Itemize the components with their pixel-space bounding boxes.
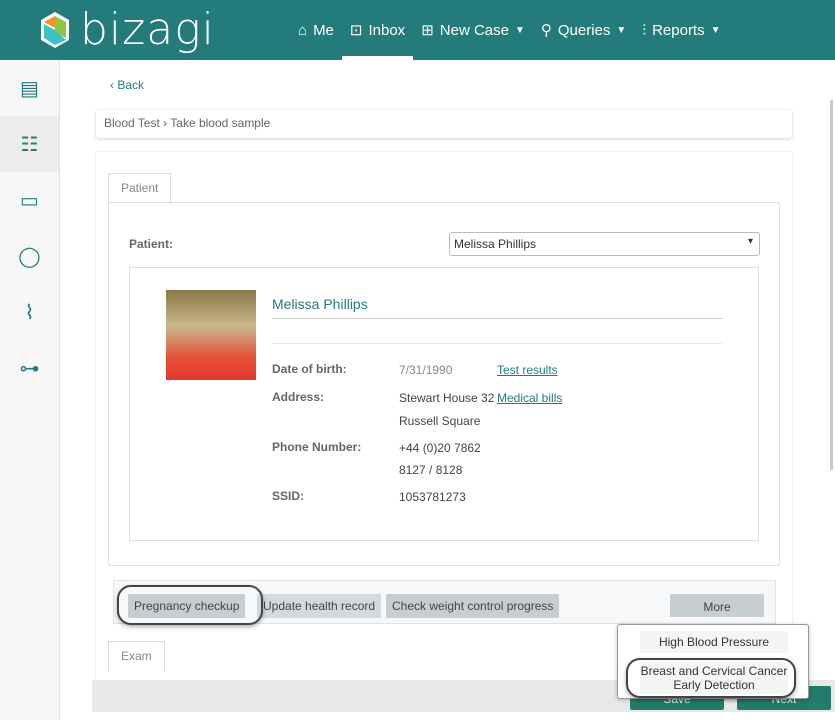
nav-inbox[interactable]: ⊡ Inbox <box>341 0 414 60</box>
caret-down-icon: ▼ <box>514 24 525 36</box>
nav-queries[interactable]: ⚲ Queries ▼ <box>533 0 634 60</box>
bizagi-logo[interactable]: bizagi <box>38 6 215 54</box>
update-health-record-button[interactable]: Update health record <box>257 594 382 618</box>
list-icon[interactable]: ☷ <box>0 116 59 172</box>
patient-select[interactable]: Melissa Phillips <box>449 232 760 256</box>
folder-icon[interactable]: ▭ <box>0 172 59 228</box>
inbox-icon: ⊡ <box>349 22 363 39</box>
patient-name: Melissa Phillips <box>272 296 368 312</box>
scrollbar[interactable] <box>830 100 833 470</box>
menu-item-high-blood-pressure[interactable]: High Blood Pressure <box>640 631 788 653</box>
highlight-ring <box>117 585 263 625</box>
tab-exam[interactable]: Exam <box>108 641 165 671</box>
sidebar: ▤ ☷ ▭ ◯ ⌇ ⊶ <box>0 60 60 720</box>
patient-photo <box>166 290 256 380</box>
breadcrumb: Blood Test › Take blood sample <box>96 110 792 138</box>
caret-down-icon: ▼ <box>616 24 627 36</box>
form-icon[interactable]: ▤ <box>0 60 59 116</box>
new-case-icon: ⊞ <box>421 22 434 39</box>
logo-icon <box>41 12 69 48</box>
check-weight-button[interactable]: Check weight control progress <box>386 594 560 618</box>
attachment-icon[interactable]: ⌇ <box>0 284 59 340</box>
highlight-ring <box>626 658 796 698</box>
tab-patient[interactable]: Patient <box>108 173 172 203</box>
medical-bills-link[interactable]: Medical bills <box>497 391 562 405</box>
workflow-icon[interactable]: ⊶ <box>0 340 59 396</box>
top-bar: bizagi ⌂ Me ⊡ Inbox ⊞ New Case ▼ ⚲ Queries ▼ ⫶… <box>0 0 835 60</box>
home-icon: ⌂ <box>298 21 308 39</box>
nav-reports[interactable]: ⫶ Reports ▼ <box>634 0 728 60</box>
search-icon: ⚲ <box>540 22 552 39</box>
test-results-link[interactable]: Test results <box>497 363 558 377</box>
more-button[interactable]: More <box>670 594 764 617</box>
back-link[interactable]: ‹ Back <box>110 78 144 92</box>
nav-me[interactable]: ⌂ Me <box>290 0 342 60</box>
nav-new-case[interactable]: ⊞ New Case ▼ <box>413 0 533 60</box>
caret-down-icon: ▼ <box>710 24 721 36</box>
reports-icon: ⫶ <box>642 21 647 39</box>
comment-icon[interactable]: ◯ <box>0 228 59 284</box>
